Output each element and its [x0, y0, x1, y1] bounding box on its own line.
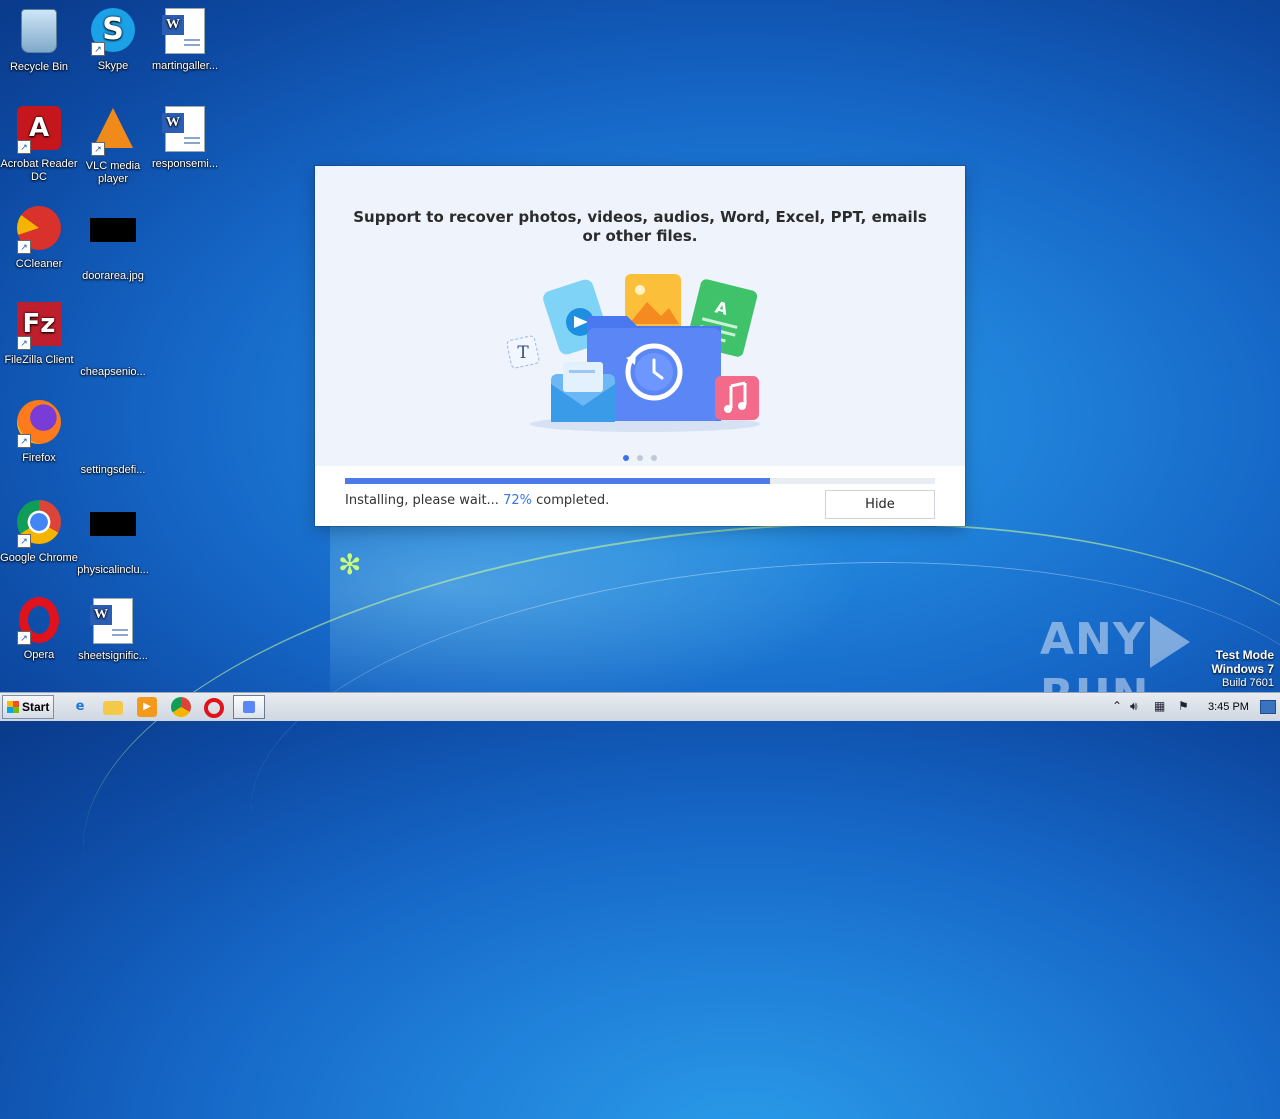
- status-percent: 72%: [503, 493, 532, 508]
- recycle-bin-icon: [21, 9, 57, 53]
- shortcut-arrow-icon: ↗: [17, 240, 31, 254]
- action-center-flag-icon[interactable]: ⚑: [1178, 699, 1189, 713]
- installer-dialog: Support to recover photos, videos, audio…: [315, 166, 965, 526]
- text-icon: T: [506, 335, 540, 369]
- carousel-dot-1[interactable]: [623, 455, 629, 461]
- install-progress-bar: [345, 478, 935, 484]
- desktop-icon-label: responsemi...: [151, 158, 219, 170]
- feature-carousel: Support to recover photos, videos, audio…: [315, 166, 965, 466]
- install-status: Installing, please wait... 72% completed…: [345, 493, 609, 509]
- desktop-icon-physicalinclu[interactable]: physicalinclu...: [74, 498, 152, 577]
- desktop-icon-label: cheapsenio...: [80, 366, 146, 378]
- shortcut-arrow-icon: ↗: [17, 434, 31, 448]
- taskbar: Start e ▶ ⌃ 🔊︎ ▦ ⚑ 3:45 PM: [0, 692, 1280, 721]
- desktop-icon-label: settingsdefi...: [80, 464, 146, 476]
- shortcut-arrow-icon: ↗: [17, 631, 31, 645]
- desktop-icon-martingaller[interactable]: W martingaller...: [146, 6, 224, 73]
- shortcut-arrow-icon: ↗: [17, 534, 31, 548]
- install-progress-fill: [345, 478, 770, 484]
- status-suffix: completed.: [536, 493, 610, 508]
- desktop-icon-label: physicalinclu...: [77, 564, 149, 576]
- blank-file-icon: [90, 314, 136, 338]
- desktop-icon-firefox[interactable]: ↗ Firefox: [0, 398, 78, 465]
- desktop-icon-label: doorarea.jpg: [82, 270, 144, 282]
- show-desktop-button[interactable]: [1260, 700, 1276, 714]
- word-document-icon: W: [162, 106, 205, 152]
- blank-file-icon: [90, 412, 136, 436]
- media-player-icon[interactable]: ▶: [137, 697, 157, 717]
- desktop-icon-label: Recycle Bin: [9, 61, 69, 73]
- network-icon[interactable]: ▦: [1154, 699, 1165, 713]
- desktop-icon-label: CCleaner: [15, 258, 63, 270]
- taskbar-installer-button[interactable]: [233, 695, 265, 719]
- desktop-icon-recycle-bin[interactable]: Recycle Bin: [0, 6, 78, 74]
- opera-icon[interactable]: [204, 698, 224, 718]
- desktop-icon-sheetsignific[interactable]: W sheetsignific...: [74, 596, 152, 663]
- svg-text:T: T: [517, 343, 529, 363]
- desktop-icon-label: Opera: [23, 649, 55, 661]
- word-document-icon: W: [162, 8, 205, 54]
- music-icon: [715, 376, 759, 420]
- desktop-icon-chrome[interactable]: ↗ Google Chrome: [0, 498, 78, 565]
- desktop-icon-label: FileZilla Client: [4, 354, 74, 366]
- desktop-icon-label: Firefox: [22, 452, 56, 464]
- desktop-icon-label: martingaller...: [151, 60, 219, 72]
- desktop-icon-label: Acrobat Reader DC: [0, 158, 78, 183]
- carousel-dot-2[interactable]: [637, 455, 643, 461]
- desktop-icon-skype[interactable]: S ↗ Skype: [74, 6, 152, 73]
- shortcut-arrow-icon: ↗: [91, 142, 105, 156]
- carousel-dot-3[interactable]: [651, 455, 657, 461]
- word-document-icon: W: [90, 598, 133, 644]
- desktop-icon-settingsdefi[interactable]: settingsdefi...: [74, 398, 152, 477]
- image-file-icon: [90, 218, 136, 242]
- wallpaper-sprout-icon: ✻: [338, 549, 362, 580]
- shortcut-arrow-icon: ↗: [17, 140, 31, 154]
- desktop-icon-doorarea[interactable]: doorarea.jpg: [74, 204, 152, 283]
- feature-headline: Support to recover photos, videos, audio…: [353, 208, 927, 245]
- test-mode-notice: Test Mode Windows 7 Build 7601: [1211, 648, 1274, 690]
- installer-icon: [243, 701, 255, 713]
- watermark-text-left: ANY: [1040, 614, 1146, 665]
- desktop-icon-responsemi[interactable]: W responsemi...: [146, 104, 224, 171]
- play-logo-icon: [1149, 616, 1190, 668]
- chrome-icon[interactable]: [171, 697, 191, 717]
- volume-icon[interactable]: 🔊︎: [1130, 699, 1138, 713]
- start-button[interactable]: Start: [2, 695, 54, 719]
- shortcut-arrow-icon: ↗: [17, 336, 31, 350]
- start-label: Start: [22, 700, 50, 714]
- desktop-icon-label: Google Chrome: [0, 552, 78, 564]
- desktop-icon-cheapsenio[interactable]: cheapsenio...: [74, 300, 152, 379]
- carousel-pagination: [315, 448, 965, 466]
- desktop-icon-filezilla[interactable]: Fz ↗ FileZilla Client: [0, 300, 78, 367]
- clock[interactable]: 3:45 PM: [1208, 700, 1249, 714]
- shortcut-arrow-icon: ↗: [91, 42, 105, 56]
- hide-button[interactable]: Hide: [825, 490, 935, 519]
- desktop-icon-acrobat[interactable]: A ↗ Acrobat Reader DC: [0, 104, 78, 184]
- internet-explorer-icon[interactable]: e: [70, 697, 90, 717]
- desktop-icon-vlc[interactable]: ↗ VLC media player: [74, 104, 152, 186]
- desktop-icon-opera[interactable]: ↗ Opera: [0, 596, 78, 662]
- recovery-illustration: T A: [506, 274, 760, 432]
- build-label: Build 7601: [1222, 677, 1274, 689]
- explorer-icon[interactable]: [103, 701, 123, 715]
- windows-flag-icon: [7, 701, 19, 713]
- show-hidden-icons[interactable]: ⌃: [1112, 699, 1122, 713]
- desktop-icon-label: sheetsignific...: [78, 650, 148, 662]
- desktop-icon-label: VLC media player: [85, 160, 141, 185]
- os-name-label: Windows 7: [1211, 662, 1274, 676]
- test-mode-label: Test Mode: [1215, 648, 1274, 662]
- status-prefix: Installing, please wait...: [345, 493, 499, 508]
- desktop-icon-ccleaner[interactable]: ↗ CCleaner: [0, 204, 78, 271]
- desktop-icon-label: Skype: [97, 60, 129, 72]
- image-file-icon: [90, 512, 136, 536]
